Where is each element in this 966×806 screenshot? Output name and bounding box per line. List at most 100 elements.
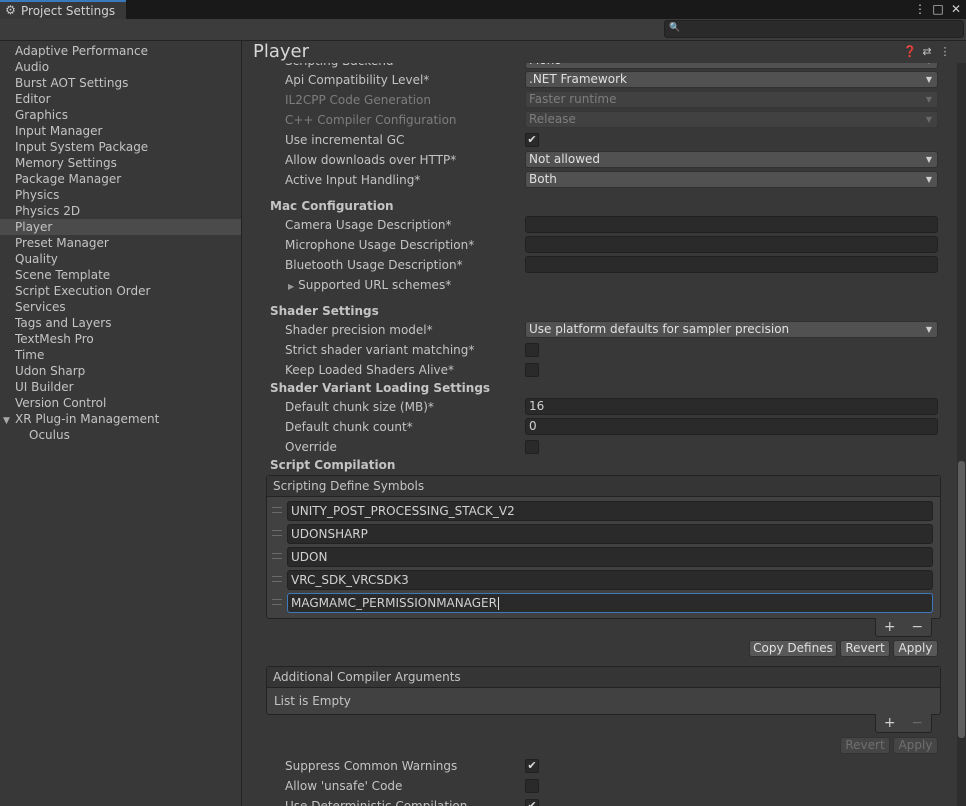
sidebar-item-player[interactable]: Player [0,219,241,235]
il2cpp-dropdown: Faster runtime [525,91,938,108]
tab-project-settings[interactable]: ⚙ Project Settings [0,0,126,19]
title-bar: ⚙ Project Settings ⋮ □ ✕ [0,0,966,19]
drag-handle-icon[interactable] [272,576,282,582]
mic-usage-field[interactable] [525,236,938,253]
variant-loading-header: Shader Variant Loading Settings [270,381,491,395]
gear-icon: ⚙ [5,3,16,17]
scrollbar-thumb[interactable] [958,461,965,738]
sidebar-item-memory-settings[interactable]: Memory Settings [0,155,241,171]
allow-unsafe-label: Allow 'unsafe' Code [285,779,403,793]
sidebar-item-audio[interactable]: Audio [0,59,241,75]
revert-button-args: Revert [840,737,890,754]
more-options-icon[interactable]: ⋮ [914,1,926,17]
expand-arrow-icon[interactable]: ▼ [3,413,15,429]
sidebar-item-version-control[interactable]: Version Control [0,395,241,411]
sidebar-item-scene-template[interactable]: Scene Template [0,267,241,283]
sidebar-item-input-manager[interactable]: Input Manager [0,123,241,139]
sidebar-item-preset-manager[interactable]: Preset Manager [0,235,241,251]
suppress-warnings-checkbox[interactable]: ✔ [525,759,539,773]
chunk-size-field[interactable]: 16 [525,398,938,415]
tab-title: Project Settings [21,3,116,18]
url-schemes-foldout[interactable]: ▶ Supported URL schemes* [288,275,451,297]
chunk-size-label: Default chunk size (MB)* [285,400,434,414]
compiler-args-list: Additional Compiler Arguments List is Em… [266,666,941,715]
sidebar-item-input-system[interactable]: Input System Package [0,139,241,155]
inspector-title-bar: Player ❓ ⇄ ⋮ [243,41,957,63]
mic-usage-label: Microphone Usage Description* [285,238,475,252]
add-icon[interactable]: + [884,715,896,731]
empty-list-text: List is Empty [274,694,351,708]
sidebar-item-oculus[interactable]: Oculus [0,427,241,443]
sidebar-item-udon-sharp[interactable]: Udon Sharp [0,363,241,379]
sidebar-item-tags-layers[interactable]: Tags and Layers [0,315,241,331]
sidebar-item-physics-2d[interactable]: Physics 2D [0,203,241,219]
drag-handle-icon[interactable] [272,507,282,513]
keep-shaders-label: Keep Loaded Shaders Alive* [285,363,455,377]
define-list-footer: + − [875,618,932,637]
api-compat-dropdown[interactable]: .NET Framework [525,71,938,88]
override-label: Override [285,440,337,454]
toolbar: 🔍 [0,19,966,41]
sidebar-item-xr-plugin[interactable]: ▼ XR Plug-in Management [0,411,241,427]
incremental-gc-checkbox[interactable]: ✔ [525,133,539,147]
keep-shaders-checkbox[interactable] [525,363,539,377]
scroll-content: Scripting Backend Mono Api Compatibility… [243,41,966,806]
foldout-arrow-icon: ▶ [288,282,295,291]
sidebar-item-ui-builder[interactable]: UI Builder [0,379,241,395]
remove-icon[interactable]: − [911,619,923,635]
cpp-compiler-label: C++ Compiler Configuration [285,113,457,127]
strict-variant-checkbox[interactable] [525,343,539,357]
input-handling-dropdown[interactable]: Both [525,171,938,188]
bluetooth-usage-field[interactable] [525,256,938,273]
define-symbol-field[interactable]: UDON [287,547,933,567]
drag-handle-icon[interactable] [272,553,282,559]
shader-settings-header: Shader Settings [270,304,379,318]
sidebar-item-package-manager[interactable]: Package Manager [0,171,241,187]
deterministic-checkbox[interactable]: ✔ [525,799,539,806]
sidebar-item-burst-aot[interactable]: Burst AOT Settings [0,75,241,91]
drag-handle-icon[interactable] [272,599,282,605]
camera-usage-field[interactable] [525,216,938,233]
sidebar-item-time[interactable]: Time [0,347,241,363]
script-compilation-header: Script Compilation [270,458,396,472]
apply-button[interactable]: Apply [893,640,938,657]
sidebar-item-physics[interactable]: Physics [0,187,241,203]
il2cpp-label: IL2CPP Code Generation [285,93,432,107]
copy-defines-button[interactable]: Copy Defines [749,640,837,657]
drag-handle-icon[interactable] [272,530,282,536]
define-symbol-field[interactable]: UNITY_POST_PROCESSING_STACK_V2 [287,501,933,521]
define-symbol-field-active[interactable]: MAGMAMC_PERMISSIONMANAGER [287,593,933,613]
sidebar-item-services[interactable]: Services [0,299,241,315]
sidebar-item-graphics[interactable]: Graphics [0,107,241,123]
vertical-scrollbar[interactable] [957,63,966,806]
window-controls: ⋮ □ ✕ [914,1,962,17]
revert-button[interactable]: Revert [840,640,890,657]
sidebar-item-editor[interactable]: Editor [0,91,241,107]
shader-precision-dropdown[interactable]: Use platform defaults for sampler precis… [525,321,938,338]
add-icon[interactable]: + [884,619,896,635]
define-symbol-field[interactable]: VRC_SDK_VRCSDK3 [287,570,933,590]
http-downloads-dropdown[interactable]: Not allowed [525,151,938,168]
more-options-icon[interactable]: ⋮ [939,45,951,58]
chunk-count-field[interactable]: 0 [525,418,938,435]
sidebar-item-textmesh-pro[interactable]: TextMesh Pro [0,331,241,347]
define-symbol-field[interactable]: UDONSHARP [287,524,933,544]
sidebar-item-quality[interactable]: Quality [0,251,241,267]
allow-unsafe-checkbox[interactable] [525,779,539,793]
define-symbols-list: Scripting Define Symbols UNITY_POST_PROC… [266,475,941,619]
list-item: UDONSHARP [267,522,940,545]
help-icon[interactable]: ❓ [903,45,917,58]
text-caret [497,597,499,610]
define-symbol-text: MAGMAMC_PERMISSIONMANAGER [291,596,497,610]
sidebar-item-script-execution-order[interactable]: Script Execution Order [0,283,241,299]
search-input[interactable]: 🔍 [664,20,964,38]
override-checkbox[interactable] [525,440,539,454]
maximize-icon[interactable]: □ [932,1,944,17]
close-icon[interactable]: ✕ [950,1,962,17]
bluetooth-usage-label: Bluetooth Usage Description* [285,258,463,272]
define-symbols-header: Scripting Define Symbols [267,476,940,497]
sidebar-item-adaptive-performance[interactable]: Adaptive Performance [0,43,241,59]
apply-button-args: Apply [893,737,938,754]
input-handling-label: Active Input Handling* [285,173,421,187]
preset-icon[interactable]: ⇄ [921,45,933,58]
